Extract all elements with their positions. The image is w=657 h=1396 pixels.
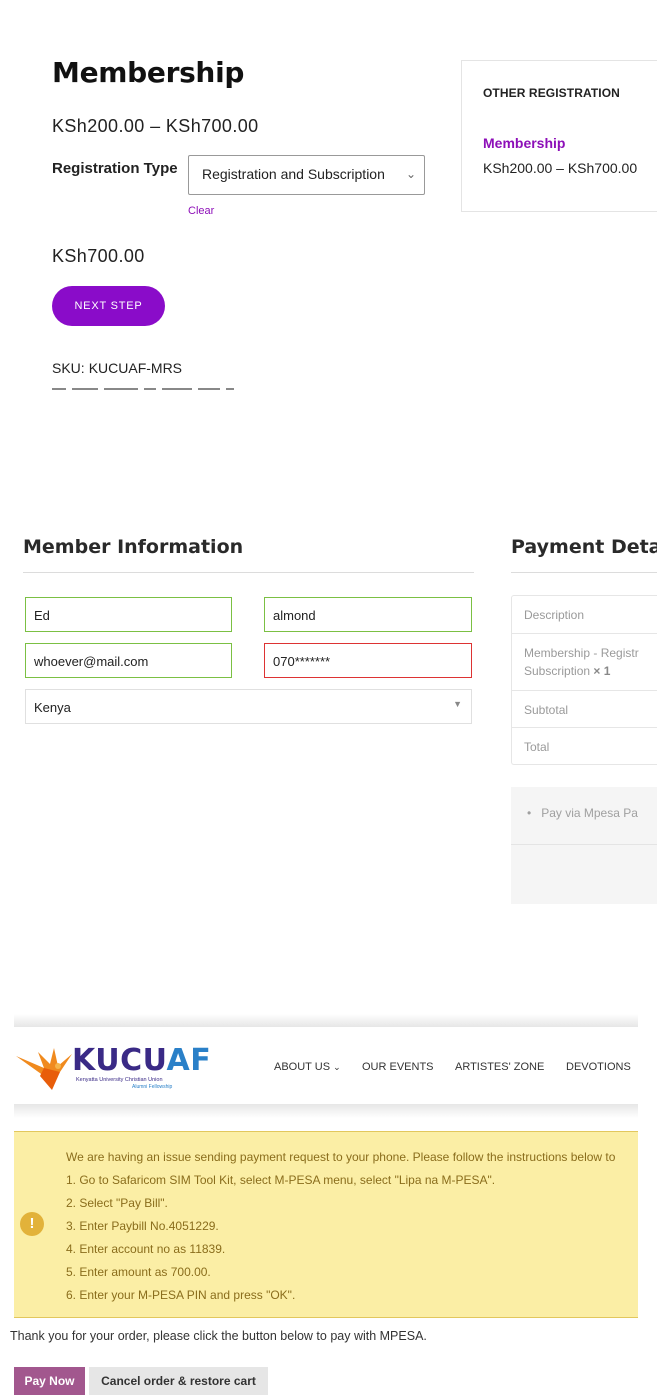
selected-price: KSh700.00 <box>52 246 145 266</box>
site-logo[interactable]: KUCUAF Kenyatta University Christian Uni… <box>14 1046 211 1091</box>
product-title: Membership <box>52 56 245 89</box>
bird-logo-icon <box>16 1048 72 1090</box>
country-value: Kenya <box>34 700 71 715</box>
notice-line: 6. Enter your M-PESA PIN and press "OK". <box>66 1288 296 1302</box>
total-label: Total <box>524 740 550 754</box>
notice-line: 1. Go to Safaricom SIM Tool Kit, select … <box>66 1173 496 1187</box>
nav-our-events[interactable]: OUR EVENTS <box>362 1061 434 1073</box>
other-registration-price: KSh200.00 – KSh700.00 <box>483 160 638 176</box>
order-item-qty: × 1 <box>593 664 611 678</box>
notice-line: We are having an issue sending payment r… <box>66 1150 616 1164</box>
sku-value: KUCUAF-MRS <box>88 360 183 376</box>
last-name-value: almond <box>273 608 316 623</box>
price-range: KSh200.00 – KSh700.00 <box>52 116 259 136</box>
notice-line: 2. Select "Pay Bill". <box>66 1196 168 1210</box>
phone-value: 070******* <box>273 654 331 669</box>
clear-link[interactable]: Clear <box>188 205 214 217</box>
email-value: whoever@mail.com <box>34 654 149 669</box>
registration-type-select[interactable]: Registration and Subscription ⌄ <box>188 155 425 195</box>
divider <box>511 844 657 845</box>
registration-type-value: Registration and Subscription <box>202 166 385 182</box>
order-item-line1: Membership - Registr <box>524 646 639 660</box>
email-field[interactable]: whoever@mail.com <box>25 643 232 678</box>
other-registration-heading: OTHER REGISTRATION <box>483 86 620 100</box>
first-name-field[interactable]: Ed <box>25 597 232 632</box>
next-step-button[interactable]: NEXT STEP <box>52 286 165 326</box>
payment-method-label: Pay via Mpesa Pa <box>541 806 638 820</box>
subtotal-label: Subtotal <box>524 703 569 717</box>
order-item-line2: Subscription × 1 <box>524 664 610 678</box>
payment-details-title: Payment Deta <box>511 536 657 558</box>
first-name-value: Ed <box>34 608 50 623</box>
description-header: Description <box>524 608 585 622</box>
nav-about-us[interactable]: ABOUT US ⌄ <box>274 1061 341 1073</box>
order-item-name: Subscription <box>524 664 591 678</box>
logo-wordmark: KUCUAF <box>72 1043 212 1078</box>
member-information-title: Member Information <box>23 536 244 558</box>
payment-method-option[interactable]: • Pay via Mpesa Pa <box>527 806 638 820</box>
registration-type-label: Registration Type <box>52 160 178 177</box>
nav-artistes-zone[interactable]: ARTISTES' ZONE <box>455 1061 544 1073</box>
order-thanks-text: Thank you for your order, please click t… <box>10 1329 427 1343</box>
warning-icon: ! <box>20 1212 44 1236</box>
country-select[interactable]: Kenya ▼ <box>25 689 472 724</box>
notice-line: 5. Enter amount as 700.00. <box>66 1265 211 1279</box>
sku-label: SKU: <box>52 360 85 376</box>
last-name-field[interactable]: almond <box>264 597 472 632</box>
divider <box>511 572 657 573</box>
cancel-order-button[interactable]: Cancel order & restore cart <box>89 1367 268 1395</box>
notice-line: 4. Enter account no as 11839. <box>66 1242 226 1256</box>
cropped-text-line <box>52 388 247 392</box>
chevron-down-icon: ⌄ <box>333 1062 341 1072</box>
sku: SKU: KUCUAF-MRS <box>52 360 182 376</box>
nav-devotions[interactable]: DEVOTIONS <box>566 1061 631 1073</box>
logo-subtitle: Kenyatta University Christian Union <box>76 1077 163 1083</box>
header-shadow <box>14 1104 638 1118</box>
pay-now-button[interactable]: Pay Now <box>14 1367 85 1395</box>
other-registration-membership-link[interactable]: Membership <box>483 135 565 151</box>
divider <box>23 572 474 573</box>
notice-line: 3. Enter Paybill No.4051229. <box>66 1219 219 1233</box>
header-shadow <box>14 1014 638 1028</box>
payment-notice: We are having an issue sending payment r… <box>14 1131 638 1318</box>
phone-field[interactable]: 070******* <box>264 643 472 678</box>
chevron-down-icon: ⌄ <box>405 167 416 181</box>
logo-subtitle-2: Alumni Fellowship <box>132 1084 173 1090</box>
caret-down-icon: ▼ <box>453 699 462 709</box>
order-summary-table: Description Membership - Registr Subscri… <box>511 595 657 765</box>
payment-gateway-panel <box>511 787 657 904</box>
